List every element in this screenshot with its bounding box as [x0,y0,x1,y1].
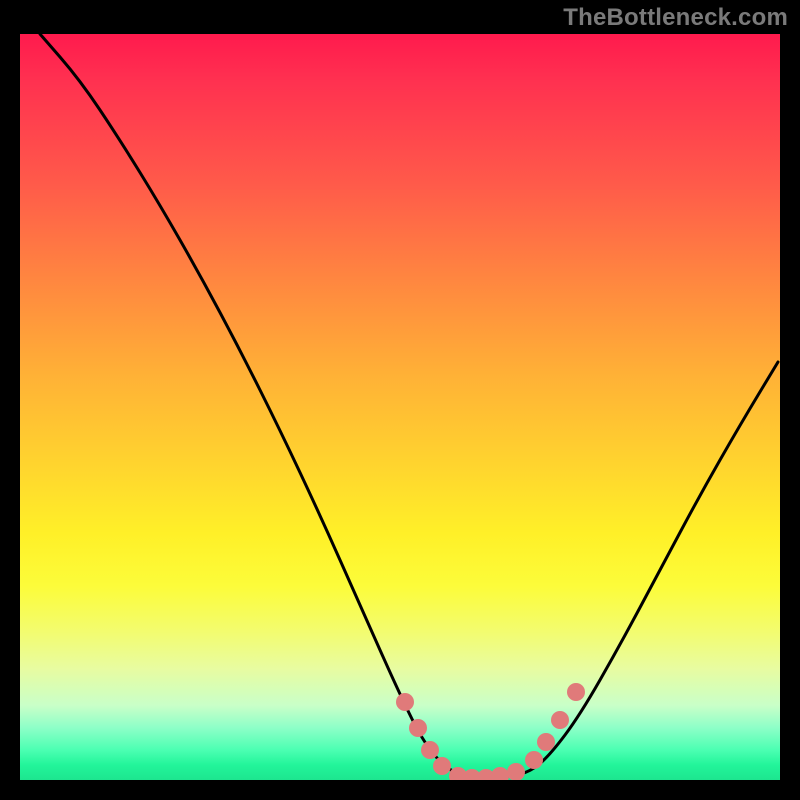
highlight-dot [421,741,439,759]
bottleneck-curve [40,34,778,778]
highlight-dot [409,719,427,737]
highlight-dot [396,693,414,711]
chart-frame [14,28,786,786]
chart-plot-area [20,34,780,780]
highlight-dot [537,733,555,751]
highlight-dot [507,763,525,780]
highlight-dot [525,751,543,769]
highlight-dot [491,767,509,780]
highlight-dot [567,683,585,701]
highlight-dot [551,711,569,729]
highlight-dot [433,757,451,775]
chart-svg [20,34,780,780]
highlight-dots-group [396,683,585,780]
